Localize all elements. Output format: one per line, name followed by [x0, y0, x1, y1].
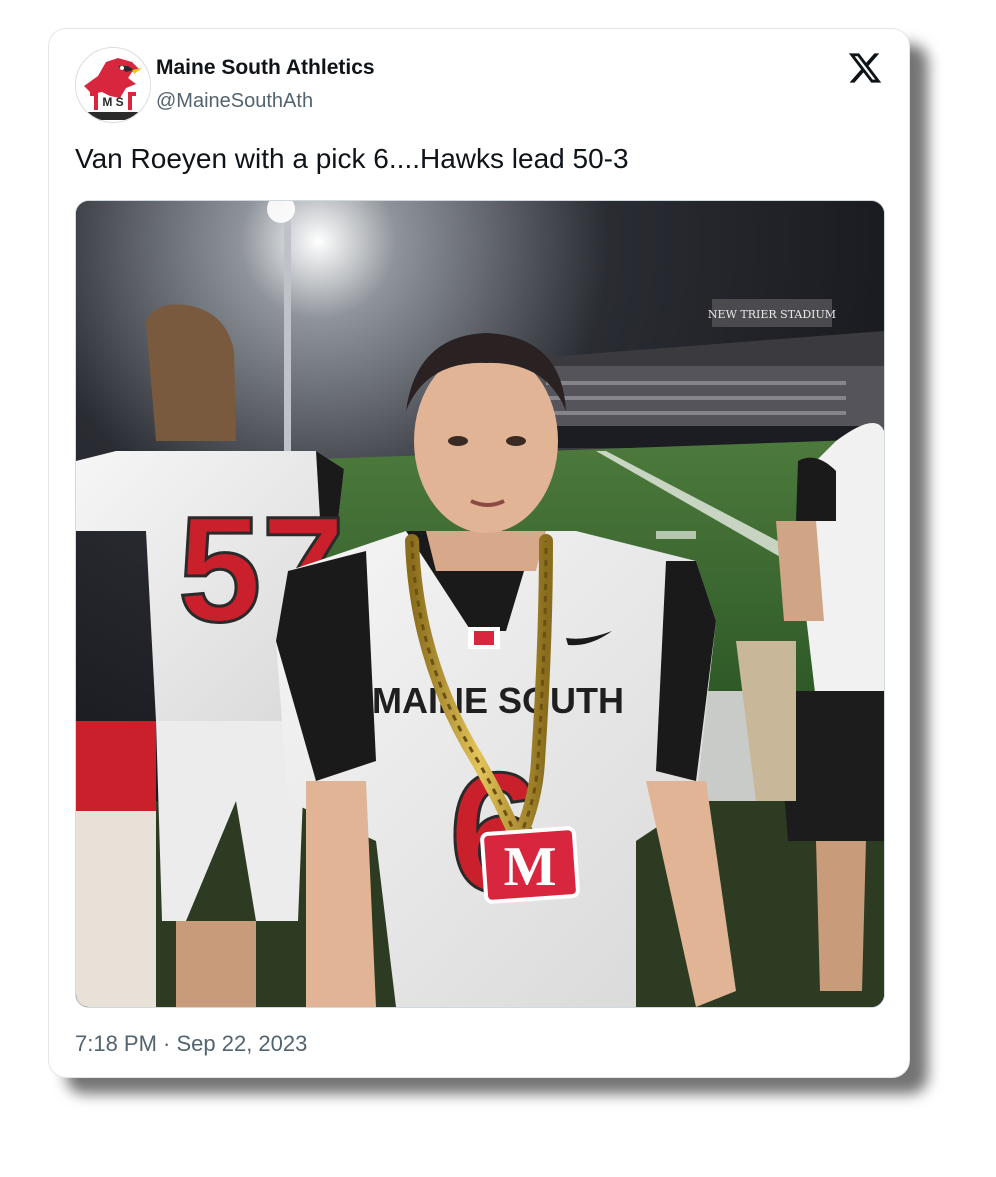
- jersey-main-text: MAINE SOUTH: [372, 680, 624, 721]
- stadium-sign: NEW TRIER STADIUM: [708, 308, 836, 321]
- hawk-logo-icon: M S: [76, 48, 150, 122]
- avatar-logo-text: M S: [102, 95, 123, 109]
- tweet-photo[interactable]: NEW TRIER STADIUM 57 MAINE SOUTH M: [75, 200, 885, 1008]
- pendant-letter: M: [504, 836, 557, 898]
- tweet-timestamp[interactable]: 7:18 PM · Sep 22, 2023: [75, 1031, 307, 1057]
- x-logo-icon[interactable]: [847, 50, 883, 86]
- author-display-name[interactable]: Maine South Athletics: [156, 56, 375, 80]
- photo-illustration: NEW TRIER STADIUM 57 MAINE SOUTH M: [76, 201, 884, 1007]
- author-avatar[interactable]: M S: [75, 47, 151, 123]
- author-handle[interactable]: @MaineSouthAth: [156, 90, 313, 113]
- tweet-text: Van Roeyen with a pick 6....Hawks lead 5…: [75, 143, 629, 174]
- tweet-card[interactable]: M S Maine South Athletics @MaineSouthAth…: [48, 28, 910, 1078]
